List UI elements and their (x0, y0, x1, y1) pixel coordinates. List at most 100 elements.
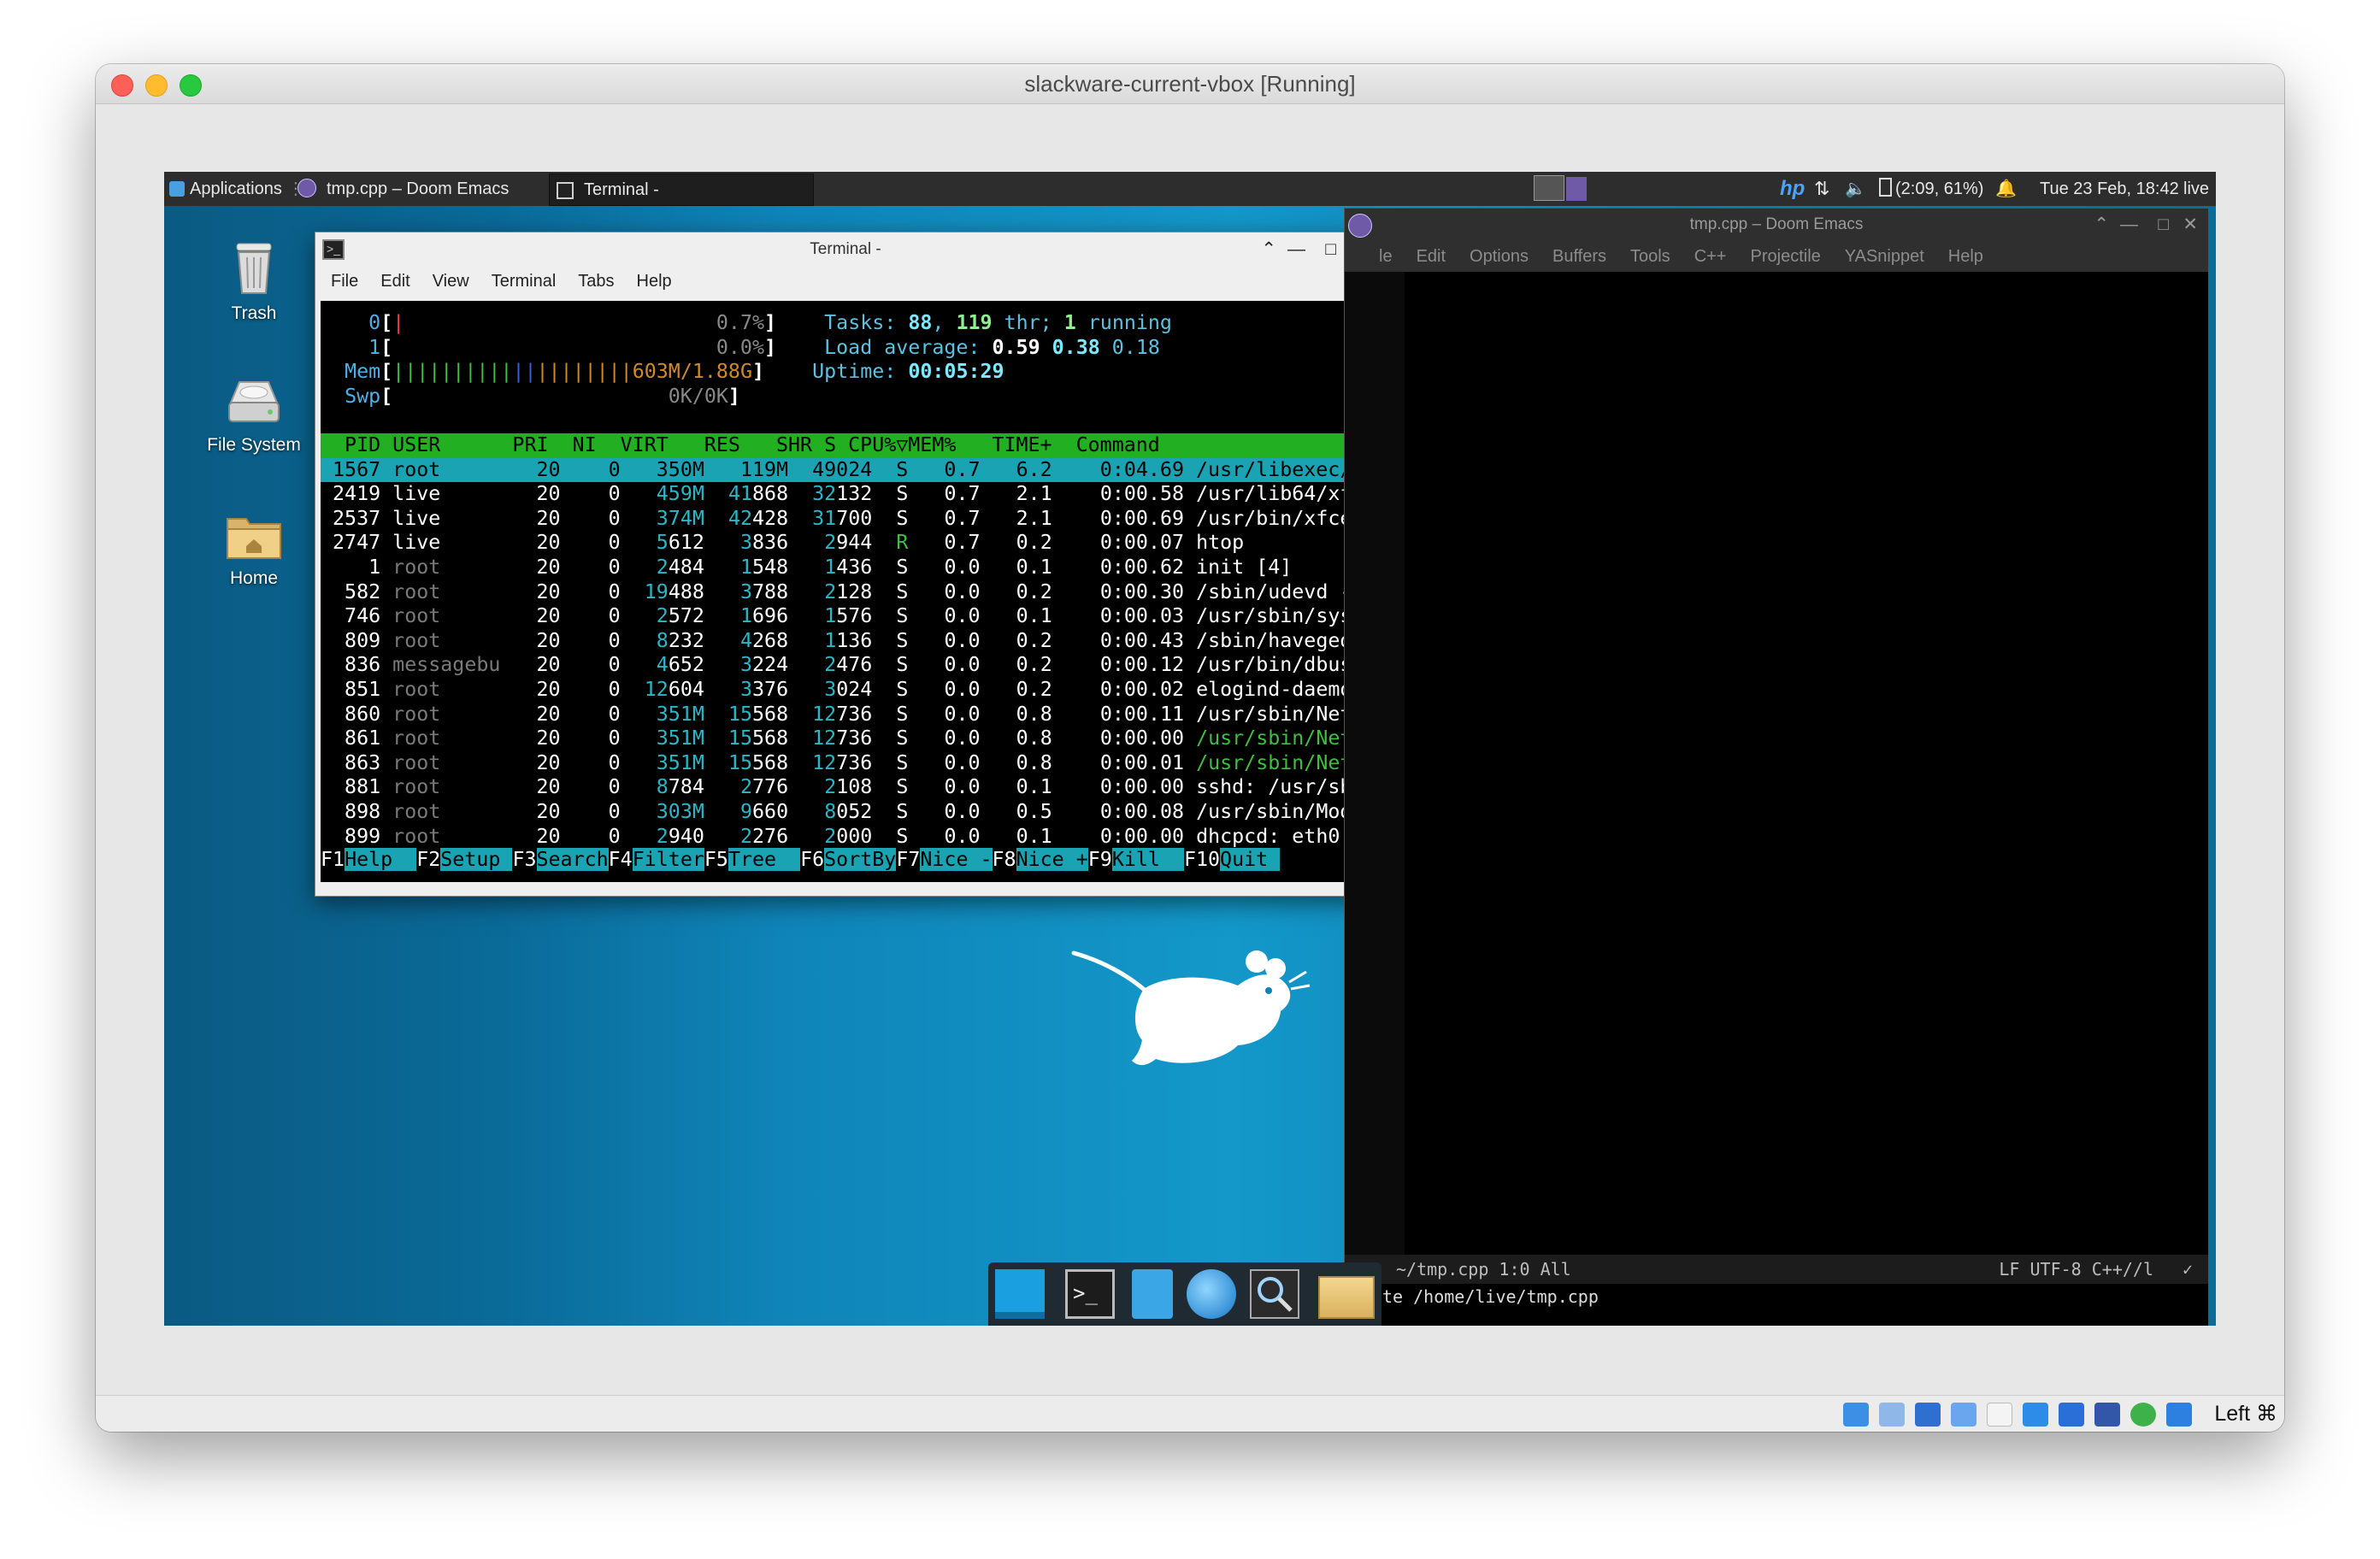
process-row[interactable]: 2747 live 20 0 5612 3836 2944 R 0.7 0.2 … (321, 531, 1353, 556)
hp-icon[interactable]: hp (1780, 172, 1805, 206)
process-row[interactable]: 582 root 20 0 19488 3788 2128 S 0.0 0.2 … (321, 580, 1399, 605)
fkey-f7[interactable]: F7 (896, 848, 920, 871)
shade-button[interactable]: ⌃ (1261, 232, 1276, 267)
usb-icon[interactable] (1951, 1403, 1976, 1427)
fkey-label[interactable]: Setup (440, 848, 513, 871)
cpu-icon[interactable] (2094, 1403, 2120, 1427)
optical-drive-icon[interactable] (1843, 1403, 1869, 1427)
workspace-1[interactable] (1534, 175, 1564, 201)
fkey-label[interactable]: Nice - (920, 848, 993, 871)
terminal-window[interactable]: >_ Terminal - ⌃ — □ ✕ File Edit View Termin… (315, 232, 1400, 897)
fkey-f6[interactable]: F6 (800, 848, 824, 871)
emacs-close-button[interactable]: ✕ (2183, 209, 2198, 241)
dock-app-finder-icon[interactable] (1250, 1269, 1299, 1319)
emacs-titlebar[interactable]: tmp.cpp – Doom Emacs ⌃ — □ ✕ (1345, 209, 2208, 241)
process-row[interactable]: 746 root 20 0 2572 1696 1576 S 0.0 0.1 0… (321, 604, 1399, 629)
applications-menu[interactable]: Applications ⋮ (169, 172, 304, 206)
mouse-integration-icon[interactable] (2130, 1403, 2156, 1427)
fkey-label[interactable]: Search (536, 848, 609, 871)
fkey-f1[interactable]: F1 (321, 848, 345, 871)
emacs-menu-options[interactable]: Options (1470, 247, 1529, 266)
process-row[interactable]: 863 root 20 0 351M 15568 12736 S 0.0 0.8… (321, 751, 1399, 776)
menu-terminal[interactable]: Terminal (492, 272, 557, 291)
fkey-f8[interactable]: F8 (993, 848, 1016, 871)
emacs-menu-help[interactable]: Help (1948, 247, 1983, 266)
process-row[interactable]: 899 root 20 0 2940 2276 2000 S 0.0 0.1 0… (321, 825, 1399, 850)
emacs-menu-projectile[interactable]: Projectile (1751, 247, 1821, 266)
emacs-minimize-button[interactable]: — (2120, 209, 2138, 241)
process-row[interactable]: 881 root 20 0 8784 2776 2108 S 0.0 0.1 0… (321, 775, 1399, 800)
show-desktop-icon[interactable] (995, 1269, 1045, 1319)
taskbar-emacs[interactable]: tmp.cpp – Doom Emacs (298, 174, 545, 204)
emacs-menu-edit[interactable]: Edit (1417, 247, 1446, 266)
notification-bell-icon[interactable]: 🔔 (1995, 172, 2017, 206)
emacs-menu-yasnippet[interactable]: YASnippet (1845, 247, 1924, 266)
process-row[interactable]: 898 root 20 0 303M 9660 8052 S 0.0 0.5 0… (321, 800, 1399, 825)
process-row[interactable]: 861 root 20 0 351M 15568 12736 S 0.0 0.8… (321, 727, 1399, 751)
process-row[interactable]: 851 root 20 0 12604 3376 3024 S 0.0 0.2 … (321, 678, 1364, 703)
fkey-f4[interactable]: F4 (609, 848, 633, 871)
fkey-f10[interactable]: F10 (1184, 848, 1220, 871)
shared-folder-icon[interactable] (1987, 1403, 2012, 1427)
fkey-label[interactable]: Nice + (1016, 848, 1088, 871)
fkey-label[interactable]: Tree (728, 848, 801, 871)
dock-terminal-icon[interactable]: >_ (1065, 1269, 1115, 1319)
fkey-label[interactable]: Quit (1220, 848, 1281, 871)
menu-tabs[interactable]: Tabs (578, 272, 614, 291)
fkey-label[interactable]: Kill (1111, 848, 1184, 871)
emacs-menu-buffers[interactable]: Buffers (1552, 247, 1606, 266)
process-row[interactable]: 2419 live 20 0 459M 41868 32132 S 0.7 2.… (321, 482, 1400, 507)
process-row[interactable]: 1 root 20 0 2484 1548 1436 S 0.0 0.1 0:0… (321, 556, 1353, 580)
emacs-menu-tools[interactable]: Tools (1630, 247, 1670, 266)
display-icon[interactable] (2023, 1403, 2048, 1427)
fkey-label[interactable]: Filter (632, 848, 704, 871)
process-row[interactable]: 809 root 20 0 8232 4268 1136 S 0.0 0.2 0… (321, 629, 1387, 654)
menu-edit[interactable]: Edit (380, 272, 409, 291)
workspace-switcher[interactable] (1534, 175, 1587, 203)
mem-value: 603M/1.88G (632, 360, 752, 384)
minimize-button[interactable]: — (1287, 232, 1305, 267)
dock-folder-icon[interactable] (1318, 1276, 1375, 1319)
maximize-button[interactable]: □ (1325, 232, 1336, 267)
process-state: S (884, 506, 909, 530)
terminal-title: Terminal - (810, 240, 881, 258)
workspace-2-emacs-icon[interactable] (1566, 177, 1587, 201)
menu-view[interactable]: View (433, 272, 469, 291)
audio-icon[interactable] (1879, 1403, 1905, 1427)
htop-screen[interactable]: 0[| 0.7%] Tasks: 88, 119 thr; 1 running … (321, 301, 1400, 882)
process-row[interactable]: 836 messagebu 20 0 4652 3224 2476 S 0.0 … (321, 653, 1399, 678)
guest-screen[interactable]: Applications ⋮ tmp.cpp – Doom Emacs Termi… (164, 172, 2216, 1326)
desktop-icon-trash[interactable]: Trash (198, 240, 309, 324)
session-user[interactable]: live (2183, 172, 2209, 206)
dock-file-manager-icon[interactable] (1132, 1269, 1173, 1319)
fkey-f3[interactable]: F3 (512, 848, 536, 871)
taskbar-terminal[interactable]: Terminal - (549, 174, 814, 206)
keyboard-capture-icon[interactable] (2166, 1403, 2192, 1427)
emacs-maximize-button[interactable]: □ (2158, 209, 2169, 241)
menu-help[interactable]: Help (637, 272, 672, 291)
process-row[interactable]: 2537 live 20 0 374M 42428 31700 S 0.7 2.… (321, 506, 1400, 532)
network-adapter-icon[interactable] (1915, 1403, 1941, 1427)
clock[interactable]: Tue 23 Feb, 18:42 (2040, 172, 2179, 206)
volume-icon[interactable]: 🔈 (1845, 172, 1866, 206)
dock-web-browser-icon[interactable] (1187, 1269, 1236, 1319)
desktop-icon-filesystem[interactable]: File System (198, 377, 309, 456)
terminal-titlebar[interactable]: >_ Terminal - ⌃ — □ ✕ (315, 232, 1376, 267)
recording-icon[interactable] (2059, 1403, 2084, 1427)
network-icon[interactable]: ⇅ (1814, 172, 1829, 206)
process-row[interactable]: 1567 root 20 0 350M 119M 49024 S 0.7 6.2… (321, 457, 1399, 483)
emacs-window[interactable]: tmp.cpp – Doom Emacs ⌃ — □ ✕ le Edit Optio… (1344, 208, 2209, 1326)
fkey-f2[interactable]: F2 (416, 848, 440, 871)
fkey-label[interactable]: Help (345, 848, 417, 871)
fkey-f9[interactable]: F9 (1088, 848, 1112, 871)
fkey-label[interactable]: SortBy (824, 848, 897, 871)
process-table-header[interactable]: PID USER PRI NI VIRT RES SHR S CPU%▽MEM%… (321, 433, 1353, 458)
desktop-icon-home[interactable]: Home (198, 510, 309, 589)
emacs-menu-file[interactable]: le (1379, 247, 1393, 266)
fkey-f5[interactable]: F5 (704, 848, 728, 871)
emacs-shade-button[interactable]: ⌃ (2094, 209, 2109, 241)
process-row[interactable]: 860 root 20 0 351M 15568 12736 S 0.0 0.8… (321, 703, 1399, 727)
emacs-menu-cpp[interactable]: C++ (1694, 247, 1727, 266)
menu-file[interactable]: File (331, 272, 358, 291)
battery-indicator[interactable]: (2:09, 61%) (1879, 172, 1983, 206)
